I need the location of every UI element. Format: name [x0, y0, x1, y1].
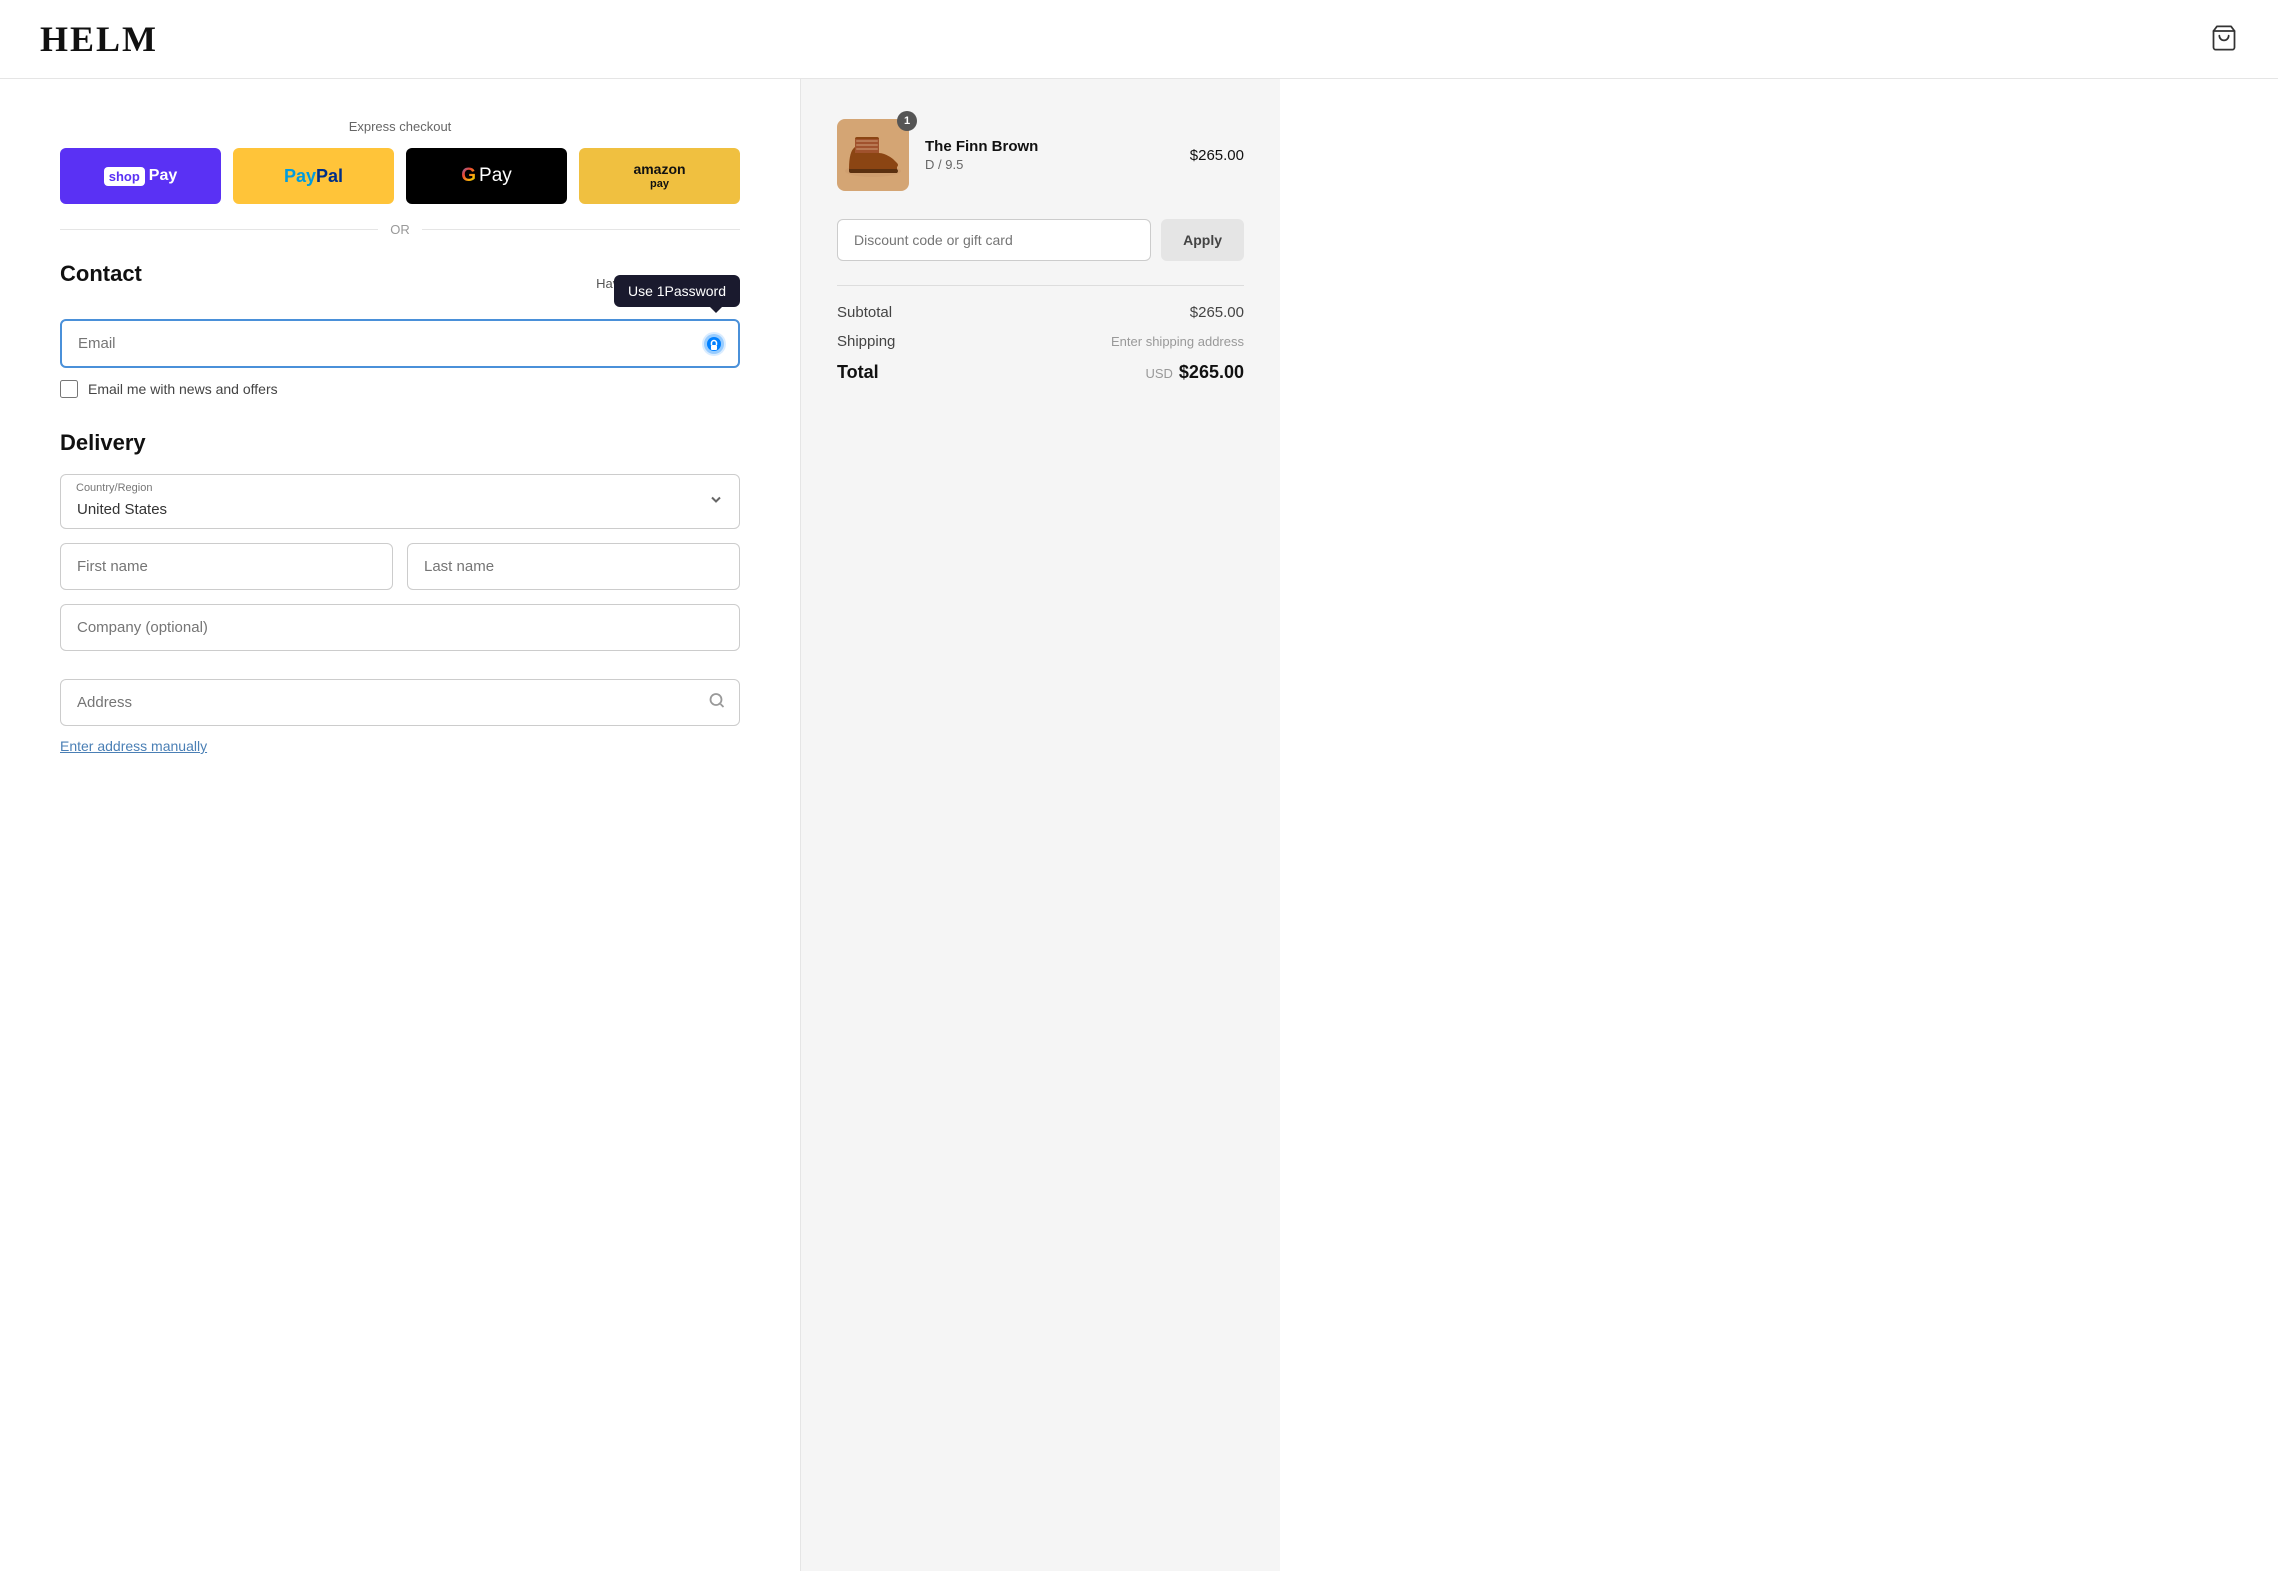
email-field-wrapper: Use 1Password — [60, 319, 740, 368]
contact-section: Contact Have an account? Log in Use 1Pas… — [60, 261, 740, 398]
total-amount: USD $265.00 — [1145, 362, 1244, 383]
amazonpay-button[interactable]: amazon pay — [579, 148, 740, 204]
first-name-input[interactable] — [60, 543, 393, 590]
contact-title: Contact — [60, 261, 142, 287]
gpay-button[interactable]: G Pay — [406, 148, 567, 204]
discount-row: Apply — [837, 219, 1244, 261]
product-image — [837, 119, 909, 191]
last-name-input[interactable] — [407, 543, 740, 590]
enter-address-manually-link[interactable]: Enter address manually — [60, 738, 207, 754]
express-checkout-label: Express checkout — [60, 119, 740, 134]
newsletter-checkbox[interactable] — [60, 380, 78, 398]
tooltip-1password: Use 1Password — [614, 275, 740, 307]
product-variant: D / 9.5 — [925, 157, 1174, 172]
right-panel: 1 The Finn Brown D / 9.5 $265.00 Apply S… — [800, 79, 1280, 1571]
name-row — [60, 543, 740, 590]
subtotal-label: Subtotal — [837, 304, 892, 321]
left-panel: Express checkout shop Pay PayPal G — [0, 79, 800, 1571]
total-row: Total USD $265.00 — [837, 362, 1244, 383]
paypal-button[interactable]: PayPal — [233, 148, 394, 204]
country-label: Country/Region — [76, 482, 152, 494]
product-price: $265.00 — [1190, 147, 1244, 164]
country-select[interactable]: United States — [60, 474, 740, 529]
apply-button[interactable]: Apply — [1161, 219, 1244, 261]
address-input-wrapper — [60, 679, 740, 726]
discount-input[interactable] — [837, 219, 1151, 261]
shoppay-button[interactable]: shop Pay — [60, 148, 221, 204]
product-name: The Finn Brown — [925, 138, 1174, 155]
page-body: Express checkout shop Pay PayPal G — [0, 79, 2278, 1571]
shipping-label: Shipping — [837, 333, 895, 350]
quantity-badge: 1 — [897, 111, 917, 131]
search-icon — [708, 691, 726, 714]
newsletter-checkbox-row: Email me with news and offers — [60, 380, 740, 398]
page-header: HELM — [0, 0, 2278, 79]
newsletter-label[interactable]: Email me with news and offers — [88, 381, 278, 397]
address-input[interactable] — [60, 679, 740, 726]
email-input[interactable] — [60, 319, 740, 368]
express-buttons: shop Pay PayPal G Pay — [60, 148, 740, 204]
express-checkout-section: Express checkout shop Pay PayPal G — [60, 119, 740, 237]
company-input[interactable] — [60, 604, 740, 651]
logo: HELM — [40, 18, 158, 60]
delivery-title: Delivery — [60, 430, 740, 456]
total-currency: USD — [1145, 366, 1172, 381]
order-summary: Subtotal $265.00 Shipping Enter shipping… — [837, 285, 1244, 383]
cart-button[interactable] — [2210, 24, 2238, 55]
order-item: 1 The Finn Brown D / 9.5 $265.00 — [837, 119, 1244, 191]
delivery-section: Delivery Country/Region United States — [60, 430, 740, 756]
shipping-row: Shipping Enter shipping address — [837, 333, 1244, 350]
total-label: Total — [837, 362, 879, 383]
product-info: The Finn Brown D / 9.5 — [925, 138, 1174, 172]
email-input-wrapper — [60, 319, 740, 368]
country-select-wrapper: Country/Region United States — [60, 474, 740, 529]
product-image-wrapper: 1 — [837, 119, 909, 191]
total-value: $265.00 — [1179, 362, 1244, 383]
boot-image — [841, 131, 905, 179]
shopping-bag-icon — [2210, 24, 2238, 52]
or-divider: OR — [60, 222, 740, 237]
subtotal-value: $265.00 — [1190, 304, 1244, 321]
shipping-value: Enter shipping address — [1111, 334, 1244, 349]
password-manager-icon — [700, 330, 728, 358]
subtotal-row: Subtotal $265.00 — [837, 304, 1244, 321]
